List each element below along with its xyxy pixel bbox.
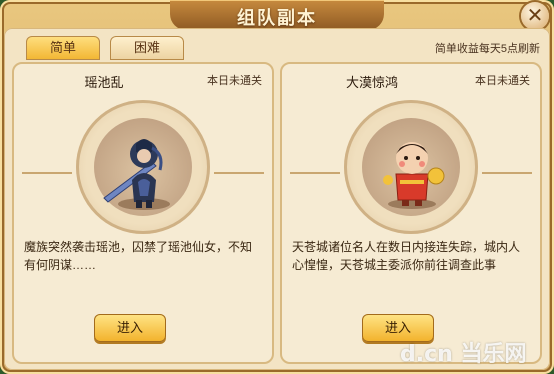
- watermark: d.cn 当乐网: [400, 342, 527, 367]
- dungeon-card-damo: 大漠惊鸿 本日未通关 天苍城诸位名人在数日内接连失踪，城内人心惶惶，天苍城主委派…: [280, 62, 542, 364]
- festive-child-icon: [383, 142, 445, 209]
- title-banner: 组队副本: [170, 0, 384, 30]
- refresh-note: 简单收益每天5点刷新: [434, 43, 540, 55]
- dungeon-description: 天苍城诸位名人在数日内接连失踪，城内人心惶惶，天苍城主委派你前往调查此事: [292, 240, 521, 272]
- frame-ornament-left: [290, 172, 340, 174]
- tab-easy[interactable]: 简单: [26, 36, 100, 60]
- tab-hard[interactable]: 困难: [110, 36, 184, 60]
- frame-ornament-left: [22, 172, 72, 174]
- content-panel: 简单 困难 简单收益每天5点刷新 瑶池乱 本日未通关 魔族突然袭击瑶池，囚禁了瑶…: [4, 28, 550, 370]
- dungeon-card-yaochi: 瑶池乱 本日未通关 魔族突然袭击瑶池，囚禁了瑶池仙女，不知有何阴谋…… 进入: [12, 62, 274, 364]
- dungeon-name: 瑶池乱: [84, 75, 124, 90]
- dungeon-name: 大漠惊鸿: [345, 75, 398, 90]
- dungeon-description: 魔族突然袭击瑶池，囚禁了瑶池仙女，不知有何阴谋……: [24, 240, 253, 272]
- dungeon-window: 组队副本 ✕ 简单 困难 简单收益每天5点刷新 瑶池乱 本日未通关 魔族突然袭击…: [0, 0, 554, 374]
- armored-warrior-icon: [103, 139, 170, 210]
- enter-button[interactable]: 进入: [94, 314, 166, 342]
- dungeon-status: 本日未通关: [475, 75, 530, 87]
- frame-ornament-right: [214, 172, 264, 174]
- close-icon: ✕: [526, 5, 544, 27]
- window-title: 组队副本: [237, 8, 317, 28]
- dungeon-status: 本日未通关: [207, 75, 262, 87]
- close-button[interactable]: ✕: [521, 2, 549, 30]
- frame-ornament-right: [482, 172, 532, 174]
